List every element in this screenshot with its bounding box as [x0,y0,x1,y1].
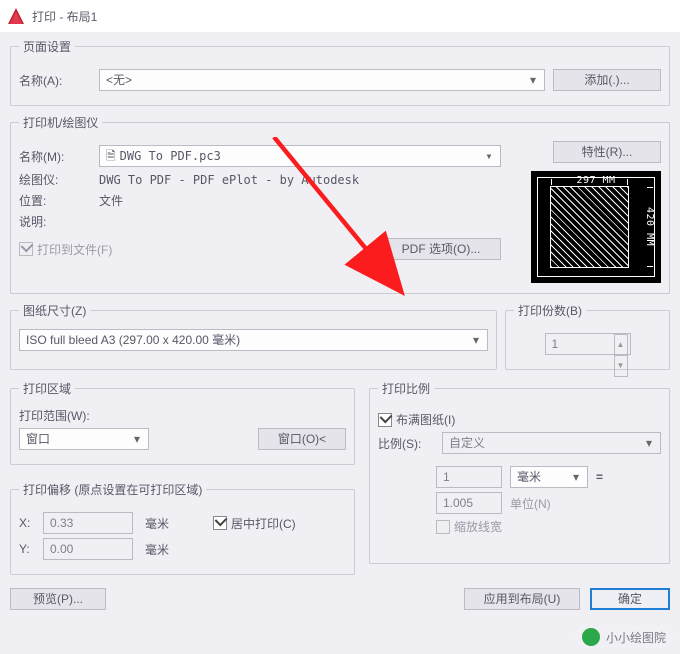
copies-legend: 打印份数(B) [514,302,586,319]
copies-group: 打印份数(B) 1 ▲ ▼ [505,302,670,370]
offset-y-label: Y: [19,542,35,556]
printer-legend: 打印机/绘图仪 [19,114,102,131]
watermark: 小小绘图院 [574,626,674,648]
chevron-down-icon: ▾ [482,149,496,163]
scale-unit-select[interactable]: 毫米 ▾ [510,466,588,488]
titlebar: 打印 - 布局1 [0,0,680,32]
pdf-file-icon: 🗎 [106,146,116,166]
plotter-value: DWG To PDF - PDF ePlot - by Autodesk [99,173,359,187]
copies-spinner: 1 ▲ ▼ [545,333,631,355]
scale-legend: 打印比例 [378,380,434,397]
apply-to-layout-button[interactable]: 应用到布局(U) [464,588,580,610]
checkbox-icon [436,520,450,534]
center-plot-checkbox[interactable]: 居中打印(C) [213,515,296,532]
chevron-down-icon: ▾ [469,333,483,347]
scale-unit-label: 单位(N) [510,495,551,512]
plotter-label: 绘图仪: [19,171,91,188]
location-label: 位置: [19,192,91,209]
page-setup-add-button[interactable]: 添加(.)... [553,69,661,91]
offset-group: 打印偏移 (原点设置在可打印区域) X: 0.33 毫米 居中打印(C) [10,481,355,575]
preview-button[interactable]: 预览(P)... [10,588,106,610]
printer-name-label: 名称(M): [19,148,91,165]
offset-x-unit: 毫米 [145,515,169,532]
paper-size-group: 图纸尺寸(Z) ISO full bleed A3 (297.00 x 420.… [10,302,497,370]
plot-range-label: 打印范围(W): [19,407,346,424]
chevron-down-icon: ▾ [130,432,144,446]
paper-preview: 297 MM 420 MM [531,171,661,283]
plot-area-legend: 打印区域 [19,380,75,397]
checkbox-icon [213,516,227,530]
spinner-up-icon: ▲ [614,334,628,355]
scale-ratio-label: 比例(S): [378,435,434,452]
page-setup-name-select[interactable]: <无> ▾ [99,69,545,91]
chevron-down-icon: ▾ [569,470,583,484]
scale-ratio-select: 自定义 ▾ [442,432,661,454]
offset-y-input: 0.00 [43,538,133,560]
printer-name-select[interactable]: 🗎 DWG To PDF.pc3 ▾ [99,145,501,167]
spinner-down-icon: ▼ [614,355,628,377]
offset-x-label: X: [19,516,35,530]
plot-area-group: 打印区域 打印范围(W): 窗口 ▾ 窗口(O)< [10,380,355,465]
printer-name-value: DWG To PDF.pc3 [120,146,221,166]
page-setup-group: 页面设置 名称(A): <无> ▾ 添加(.)... [10,38,670,106]
checkbox-icon [378,413,392,427]
scale-numerator-input: 1 [436,466,502,488]
page-setup-legend: 页面设置 [19,38,75,55]
plot-to-file-checkbox: 打印到文件(F) [19,241,112,258]
hatch-icon [551,187,628,267]
checkbox-icon [19,242,33,256]
chevron-down-icon: ▾ [526,73,540,87]
dialog-content: 页面设置 名称(A): <无> ▾ 添加(.)... 打印机/绘图仪 名称(M)… [0,32,680,654]
app-logo-icon [8,8,24,24]
paper-size-select[interactable]: ISO full bleed A3 (297.00 x 420.00 毫米) ▾ [19,329,488,351]
location-value: 文件 [99,192,123,209]
fit-to-paper-checkbox[interactable]: 布满图纸(I) [378,411,455,428]
page-setup-name-value: <无> [106,70,132,90]
plot-dialog: 打印 - 布局1 页面设置 名称(A): <无> ▾ 添加(.)... [0,0,680,654]
scale-denominator-input: 1.005 [436,492,502,514]
equals-icon: = [596,470,603,484]
offset-x-input: 0.33 [43,512,133,534]
window-title: 打印 - 布局1 [32,8,97,25]
chevron-down-icon: ▾ [642,436,656,450]
scale-lineweights-checkbox: 缩放线宽 [436,518,502,535]
page-setup-name-label: 名称(A): [19,72,91,89]
printer-group: 打印机/绘图仪 名称(M): 🗎 DWG To PDF.pc3 ▾ 绘图仪: D… [10,114,670,294]
copies-value: 1 [552,334,559,354]
pdf-options-button[interactable]: PDF 选项(O)... [381,238,501,260]
description-label: 说明: [19,213,91,230]
wechat-icon [582,628,600,646]
offset-legend: 打印偏移 (原点设置在可打印区域) [19,481,206,498]
plot-window-button[interactable]: 窗口(O)< [258,428,346,450]
plot-range-select[interactable]: 窗口 ▾ [19,428,149,450]
paper-size-legend: 图纸尺寸(Z) [19,302,90,319]
paper-size-value: ISO full bleed A3 (297.00 x 420.00 毫米) [26,330,240,350]
offset-y-unit: 毫米 [145,541,169,558]
ok-button[interactable]: 确定 [590,588,670,610]
plot-range-value: 窗口 [26,429,50,449]
scale-group: 打印比例 布满图纸(I) 比例(S): 自定义 ▾ [369,380,670,564]
printer-properties-button[interactable]: 特性(R)... [553,141,661,163]
